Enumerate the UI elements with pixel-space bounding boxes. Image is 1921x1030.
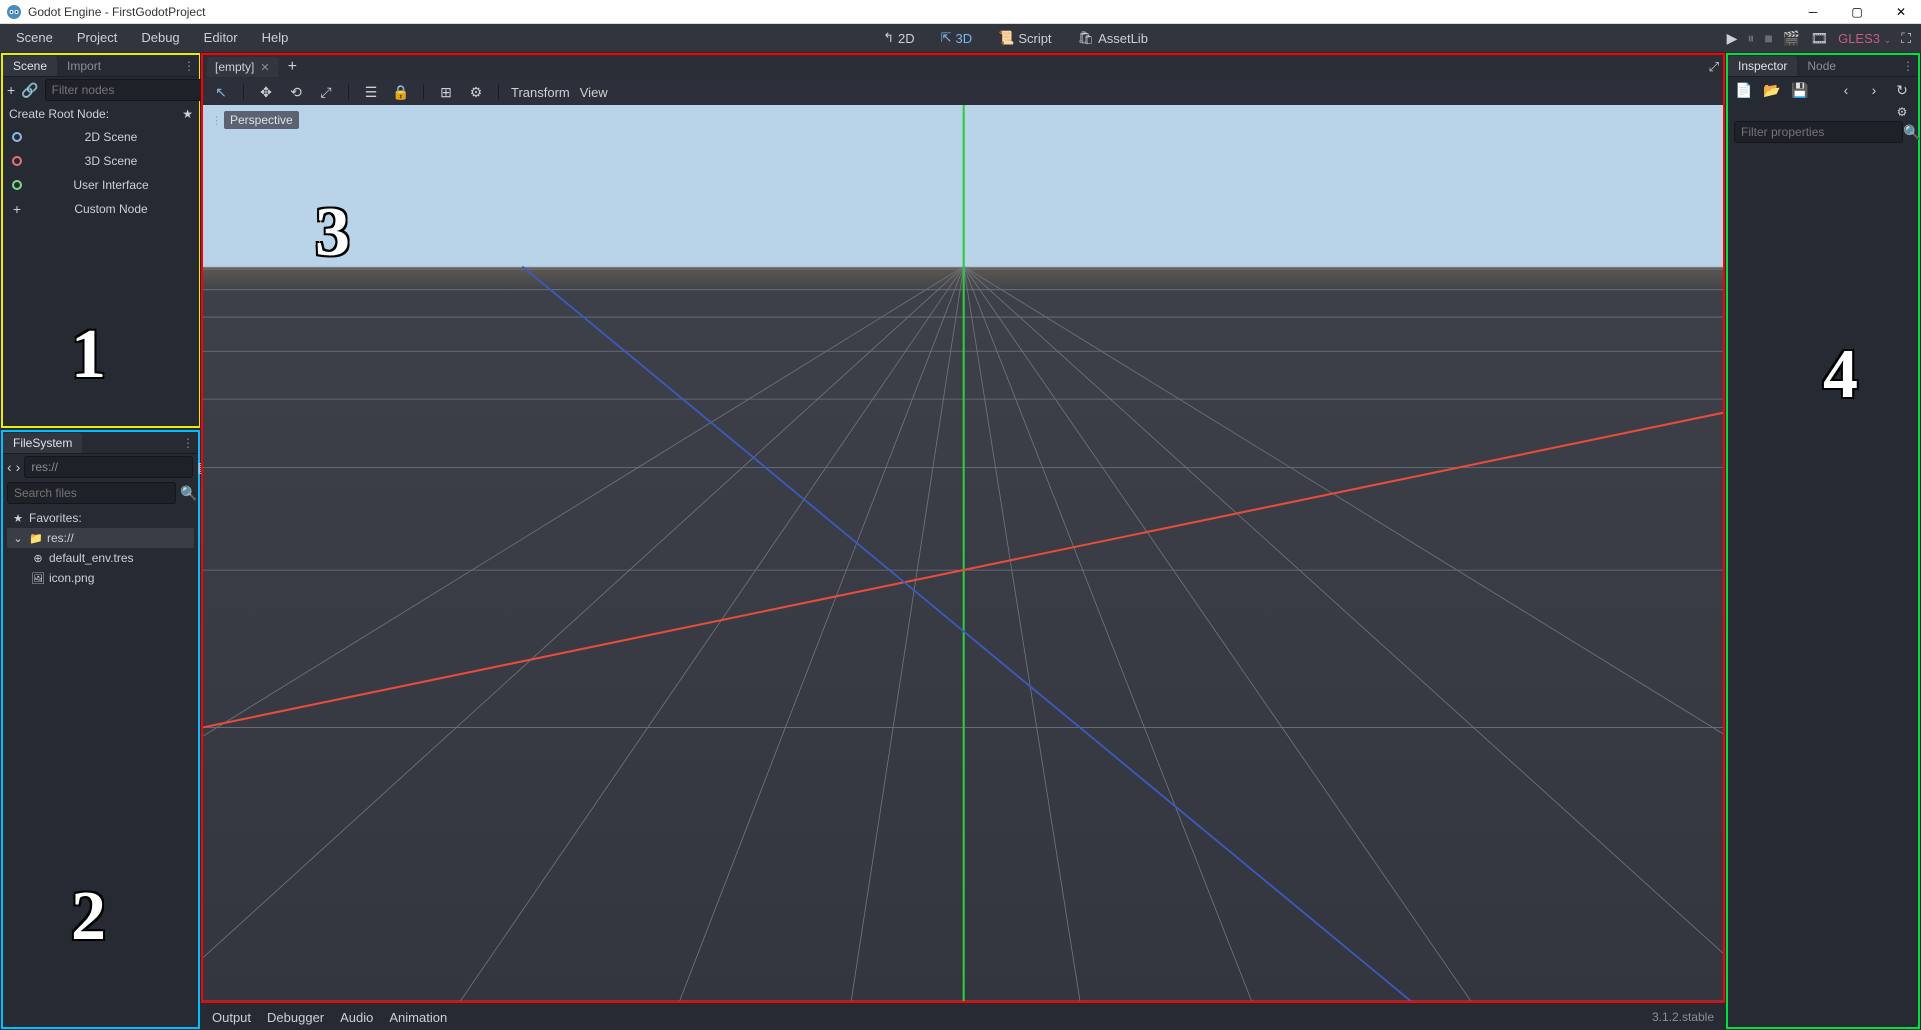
annotation-1: 1: [71, 315, 106, 395]
fs-file-icon[interactable]: 🖼icon.png: [7, 568, 194, 588]
add-scene-tab-button[interactable]: +: [288, 58, 297, 76]
bottom-panel-tabs: Output Debugger Audio Animation 3.1.2.st…: [200, 1004, 1726, 1030]
window-title: Godot Engine - FirstGodotProject: [28, 5, 1799, 19]
3d-viewport[interactable]: ⋮ Perspective: [203, 105, 1723, 1001]
menu-debug[interactable]: Debug: [129, 24, 191, 52]
main-menubar: Scene Project Debug Editor Help ↰2D ⇱3D …: [0, 24, 1921, 52]
play-button[interactable]: ▶: [1727, 30, 1738, 47]
main-viewport-region: [empty] ✕ + ⤢ ↖ ✥ ⟲ ⤢ ☰ 🔒 ⊞ ⚙ Transform: [201, 53, 1725, 1003]
chevron-down-icon: ⌄: [1884, 35, 1892, 45]
distraction-free-button[interactable]: ⤢: [1709, 59, 1719, 75]
move-mode-button[interactable]: ✥: [256, 84, 276, 101]
search-icon[interactable]: 🔍: [180, 485, 197, 502]
tab-animation[interactable]: Animation: [389, 1010, 447, 1025]
render-mode-selector[interactable]: GLES3 ⌄: [1838, 31, 1891, 46]
filter-nodes-input[interactable]: [45, 79, 214, 101]
transform-menu[interactable]: Transform: [511, 85, 570, 100]
inspector-history-forward-button[interactable]: ›: [1864, 82, 1884, 98]
inspector-history-back-button[interactable]: ‹: [1836, 82, 1856, 98]
create-root-node-label: Create Root Node:: [9, 107, 109, 121]
create-2d-scene-button[interactable]: 2D Scene: [3, 125, 199, 149]
view-menu[interactable]: View: [580, 85, 608, 100]
snap-settings-button[interactable]: ⚙: [466, 84, 486, 101]
create-3d-scene-button[interactable]: 3D Scene: [3, 149, 199, 173]
scene-tab-empty[interactable]: [empty] ✕: [207, 57, 278, 77]
fs-search-input[interactable]: [7, 482, 176, 504]
close-tab-icon[interactable]: ✕: [260, 61, 269, 74]
inspector-dock-menu-icon[interactable]: ⋮: [1902, 59, 1914, 73]
inspector-save-resource-button[interactable]: 💾: [1790, 82, 1810, 99]
os-titlebar: Godot Engine - FirstGodotProject ─ ▢ ✕: [0, 0, 1921, 24]
3d-icon: ⇱: [941, 30, 952, 46]
tab-debugger[interactable]: Debugger: [267, 1010, 324, 1025]
favorite-icon[interactable]: ★: [182, 107, 193, 121]
window-maximize-button[interactable]: ▢: [1843, 2, 1871, 22]
fs-root-folder[interactable]: ⌄📁res://: [7, 528, 194, 548]
workspace-2d-button[interactable]: ↰2D: [877, 30, 921, 46]
inspector-history-button[interactable]: ↻: [1892, 82, 1912, 99]
annotation-3: 3: [315, 193, 350, 273]
script-icon: 📜: [998, 30, 1014, 46]
tab-audio[interactable]: Audio: [340, 1010, 373, 1025]
filesystem-dock-menu-icon[interactable]: ⋮: [182, 436, 194, 450]
tab-output[interactable]: Output: [212, 1010, 251, 1025]
filesystem-dock: FileSystem ⋮ ‹ › ▤ 🔍 ★Favorites: ⌄📁res:/…: [1, 430, 200, 1029]
star-icon: ★: [11, 512, 25, 525]
window-close-button[interactable]: ✕: [1887, 2, 1915, 22]
scene-dock: Scene Import ⋮ + 🔗 🔍 Create Root Node:★ …: [1, 53, 200, 428]
2d-icon: ↰: [883, 30, 894, 46]
inspector-settings-icon[interactable]: ⚙: [1892, 105, 1912, 119]
menu-help[interactable]: Help: [250, 24, 301, 52]
image-icon: 🖼: [31, 572, 45, 585]
window-minimize-button[interactable]: ─: [1799, 2, 1827, 22]
tab-filesystem[interactable]: FileSystem: [3, 433, 82, 453]
collapse-icon: ⌄: [11, 532, 25, 545]
workspace-3d-button[interactable]: ⇱3D: [935, 30, 979, 46]
play-custom-scene-button[interactable]: 🎞: [1810, 30, 1828, 47]
inspector-new-resource-button[interactable]: 📄: [1734, 82, 1754, 99]
tab-scene[interactable]: Scene: [3, 56, 57, 76]
godot-app-icon: [6, 4, 22, 20]
filter-properties-input[interactable]: [1734, 121, 1903, 143]
viewport-toolbar: ↖ ✥ ⟲ ⤢ ☰ 🔒 ⊞ ⚙ Transform View: [203, 79, 1723, 105]
search-icon[interactable]: 🔍: [1903, 124, 1920, 141]
workspace-script-button[interactable]: 📜Script: [992, 30, 1057, 46]
fs-file-env[interactable]: ⊕default_env.tres: [7, 548, 194, 568]
tab-inspector[interactable]: Inspector: [1728, 56, 1797, 76]
scene-dock-menu-icon[interactable]: ⋮: [183, 59, 195, 73]
create-ui-button[interactable]: User Interface: [3, 173, 199, 197]
folder-icon: 📁: [29, 532, 43, 545]
tab-import[interactable]: Import: [57, 56, 111, 76]
lock-button[interactable]: 🔒: [391, 84, 411, 101]
add-node-button[interactable]: +: [7, 82, 15, 98]
tab-node[interactable]: Node: [1797, 56, 1846, 76]
snap-button[interactable]: ⊞: [436, 84, 456, 101]
inspector-load-resource-button[interactable]: 📂: [1762, 82, 1782, 99]
create-custom-node-button[interactable]: +Custom Node: [3, 197, 199, 221]
select-mode-button[interactable]: ↖: [211, 84, 231, 101]
rotate-mode-button[interactable]: ⟲: [286, 84, 306, 101]
instance-scene-button[interactable]: 🔗: [21, 82, 38, 99]
fs-forward-button[interactable]: ›: [16, 459, 21, 475]
workspace-assetlib-button[interactable]: 🛍AssetLib: [1072, 30, 1154, 46]
menu-editor[interactable]: Editor: [192, 24, 250, 52]
annotation-4: 4: [1823, 335, 1858, 415]
fs-favorites[interactable]: ★Favorites:: [7, 508, 194, 528]
pause-button[interactable]: ⏸: [1747, 30, 1754, 47]
assetlib-icon: 🛍: [1078, 30, 1095, 46]
fs-back-button[interactable]: ‹: [7, 459, 12, 475]
annotation-2: 2: [71, 877, 106, 957]
list-select-button[interactable]: ☰: [361, 84, 381, 101]
scale-mode-button[interactable]: ⤢: [316, 84, 336, 101]
stop-button[interactable]: ■: [1764, 30, 1772, 46]
fs-path-input[interactable]: [24, 456, 193, 478]
version-label: 3.1.2.stable: [1652, 1010, 1714, 1024]
play-scene-button[interactable]: 🎬: [1783, 30, 1800, 47]
menu-scene[interactable]: Scene: [4, 24, 65, 52]
fullscreen-icon[interactable]: ⛶: [1901, 30, 1911, 47]
inspector-dock: Inspector Node ⋮ 📄 📂 💾 ‹ › ↻ ⚙ 🔍 4: [1726, 53, 1920, 1029]
menu-project[interactable]: Project: [65, 24, 129, 52]
viewport-grid: [203, 105, 1723, 1001]
resource-icon: ⊕: [31, 552, 45, 565]
